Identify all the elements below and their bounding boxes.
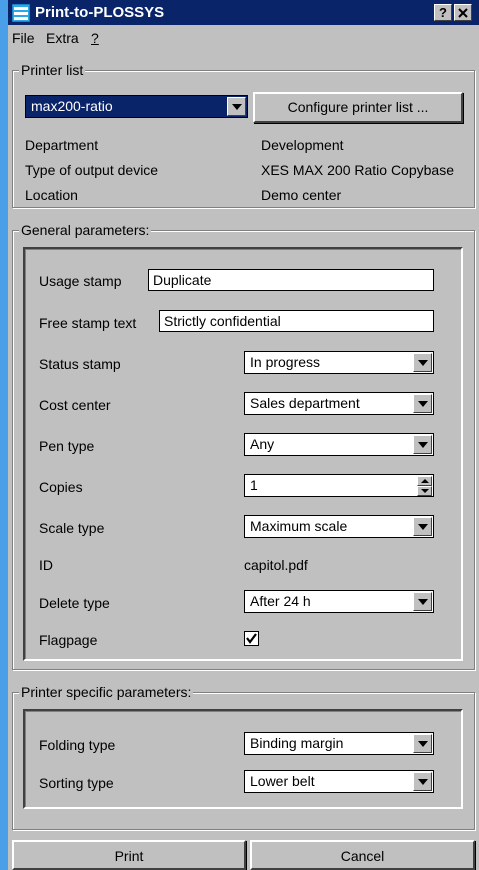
flagpage-label: Flagpage <box>39 632 98 648</box>
output-device-type-label: Type of output device <box>25 162 159 178</box>
menu-extra[interactable]: Extra <box>46 30 79 46</box>
help-title-button[interactable]: ? <box>434 4 452 21</box>
printer-specific-group: Printer specific parameters: Folding typ… <box>12 684 475 830</box>
chevron-down-icon[interactable] <box>413 353 432 372</box>
folding-type-label: Folding type <box>39 737 116 753</box>
menu-file-label: File <box>12 30 35 46</box>
sorting-type-label: Sorting type <box>39 775 114 791</box>
title-bar[interactable]: Print-to-PLOSSYS ? <box>8 0 479 26</box>
flagpage-checkbox[interactable] <box>244 631 259 646</box>
menu-file[interactable]: File <box>12 30 35 46</box>
chevron-down-icon[interactable] <box>413 517 432 536</box>
printer-specific-legend: Printer specific parameters: <box>19 684 194 700</box>
chevron-down-icon[interactable] <box>413 435 432 454</box>
pen-type-select[interactable]: Any <box>244 433 434 456</box>
print-button[interactable]: Print <box>12 840 246 870</box>
department-label: Department <box>25 137 99 153</box>
chevron-down-icon[interactable] <box>413 734 432 753</box>
printer-specific-panel: Folding type Binding margin Sorting type… <box>23 709 463 809</box>
sorting-type-value: Lower belt <box>250 773 315 789</box>
location-label: Location <box>25 187 78 203</box>
free-stamp-text-label: Free stamp text <box>39 315 137 331</box>
copies-label: Copies <box>39 479 83 495</box>
scale-type-value: Maximum scale <box>250 518 348 534</box>
printer-list-legend: Printer list <box>19 62 86 78</box>
sorting-type-select[interactable]: Lower belt <box>244 770 434 793</box>
chevron-down-icon[interactable] <box>413 394 432 413</box>
status-stamp-label: Status stamp <box>39 356 121 372</box>
close-title-button[interactable] <box>454 4 472 21</box>
general-parameters-panel: Usage stamp Duplicate Free stamp text St… <box>23 247 463 661</box>
spin-up-icon[interactable] <box>417 476 432 486</box>
id-label: ID <box>39 557 53 573</box>
status-stamp-value: In progress <box>250 354 321 370</box>
cost-center-label: Cost center <box>39 397 111 413</box>
output-device-type-value: XES MAX 200 Ratio Copybase <box>261 162 454 178</box>
close-icon <box>458 8 468 18</box>
menu-bar: File Extra ? <box>8 26 479 48</box>
cancel-button[interactable]: Cancel <box>250 840 475 870</box>
chevron-down-icon[interactable] <box>413 772 432 791</box>
delete-type-label: Delete type <box>39 595 110 611</box>
scale-type-label: Scale type <box>39 520 105 536</box>
folding-type-select[interactable]: Binding margin <box>244 732 434 755</box>
copies-value: 1 <box>250 477 258 493</box>
general-parameters-group: General parameters: Usage stamp Duplicat… <box>12 222 475 670</box>
chevron-down-icon[interactable] <box>413 592 432 611</box>
pen-type-label: Pen type <box>39 438 95 454</box>
department-value: Development <box>261 137 344 153</box>
delete-type-select[interactable]: After 24 h <box>244 590 434 613</box>
general-parameters-legend: General parameters: <box>19 222 152 238</box>
id-value: capitol.pdf <box>244 557 308 573</box>
menu-help[interactable]: ? <box>91 30 99 46</box>
free-stamp-text-input[interactable]: Strictly confidential <box>159 310 434 332</box>
checkmark-icon <box>246 633 257 644</box>
usage-stamp-label: Usage stamp <box>39 273 122 289</box>
spin-down-icon[interactable] <box>417 486 432 496</box>
cost-center-value: Sales department <box>250 395 360 411</box>
cost-center-select[interactable]: Sales department <box>244 392 434 415</box>
delete-type-value: After 24 h <box>250 593 311 609</box>
scale-type-select[interactable]: Maximum scale <box>244 515 434 538</box>
printer-app-icon <box>12 4 30 22</box>
configure-printer-list-button[interactable]: Configure printer list ... <box>253 92 463 123</box>
folding-type-value: Binding margin <box>250 735 344 751</box>
pen-type-value: Any <box>250 436 275 452</box>
chevron-down-icon[interactable] <box>227 97 246 116</box>
window-title: Print-to-PLOSSYS <box>35 4 165 21</box>
printer-select-value: max200-ratio <box>31 98 113 114</box>
printer-select[interactable]: max200-ratio <box>25 95 248 118</box>
location-value: Demo center <box>261 187 342 203</box>
printer-list-group: Printer list max200-ratio Configure prin… <box>12 62 475 208</box>
copies-stepper[interactable]: 1 <box>244 474 434 497</box>
status-stamp-select[interactable]: In progress <box>244 351 434 374</box>
usage-stamp-input[interactable]: Duplicate <box>148 269 434 291</box>
print-dialog-window: Print-to-PLOSSYS ? File Extra ? Printer … <box>0 0 479 870</box>
